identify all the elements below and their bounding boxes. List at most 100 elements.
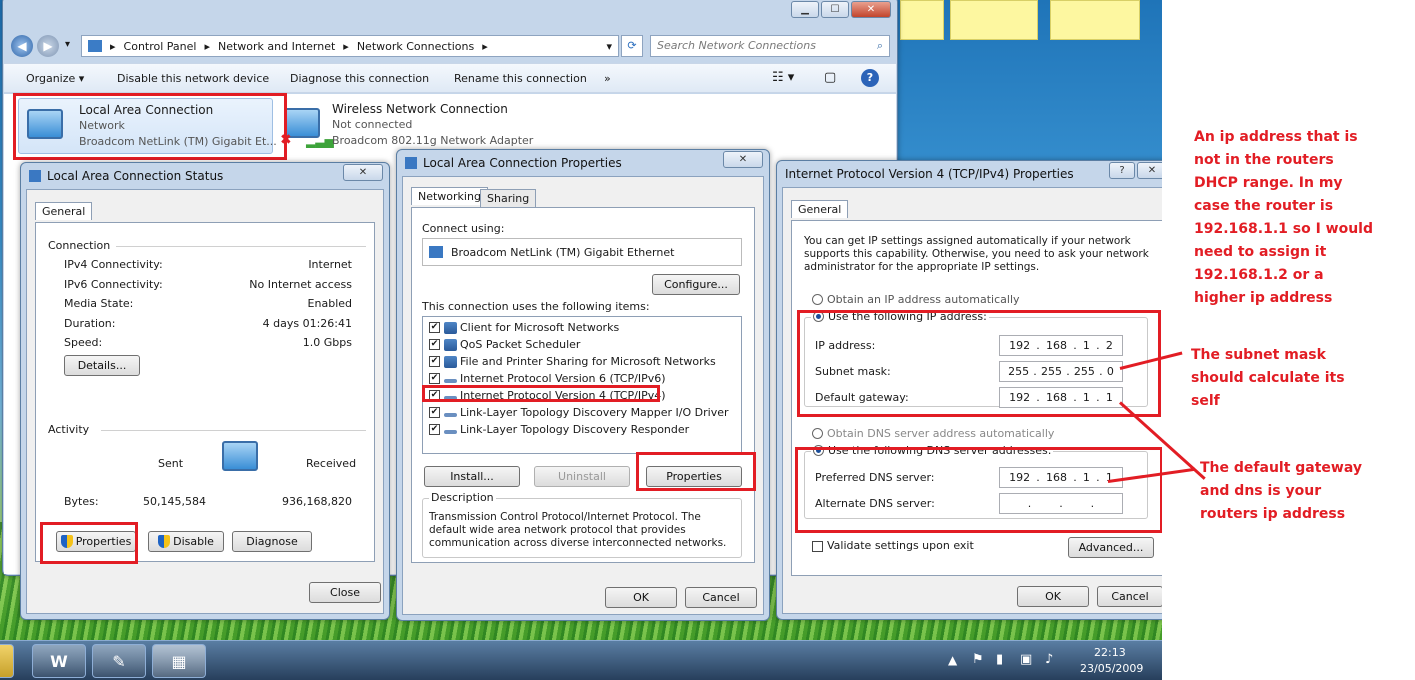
taskbar-word-icon[interactable]: W <box>32 644 86 678</box>
sticky-note[interactable] <box>1050 0 1140 40</box>
network-icon <box>29 170 41 182</box>
adapter-field: Broadcom NetLink (TM) Gigabit Ethernet <box>422 238 742 266</box>
breadcrumb-item[interactable]: Control Panel <box>124 40 197 53</box>
help-button[interactable]: ? <box>1109 162 1135 179</box>
clock-time[interactable]: 22:13 <box>1094 646 1126 659</box>
description-group: Description Transmission Control Protoco… <box>422 491 742 558</box>
connection-status: Not connected <box>332 118 413 131</box>
breadcrumb-item[interactable]: Network and Internet <box>218 40 335 53</box>
ipv4-value: Internet <box>308 258 352 271</box>
checkbox[interactable]: ✔ <box>429 356 440 367</box>
uninstall-button[interactable]: Uninstall <box>534 466 630 487</box>
desktop: ▁ ☐ ✕ ◀ ▶ ▾ ▸ Control Panel ▸ Network an… <box>0 0 1162 680</box>
list-item[interactable]: ✔ Link-Layer Topology Discovery Mapper I/… <box>429 406 729 419</box>
scheduler-icon <box>444 338 457 351</box>
sticky-note[interactable] <box>900 0 944 40</box>
radio-button[interactable] <box>812 293 823 305</box>
address-bar[interactable]: ▸ Control Panel ▸ Network and Internet ▸… <box>81 35 619 57</box>
breadcrumb-sep: ▸ <box>482 39 488 53</box>
list-item[interactable]: ✔ Internet Protocol Version 6 (TCP/IPv6) <box>429 372 666 385</box>
refresh-icon[interactable]: ⟳ <box>621 35 643 57</box>
auto-ip-radio[interactable]: Obtain an IP address automatically <box>812 293 1020 306</box>
minimize-button[interactable]: ▁ <box>791 1 819 18</box>
search-placeholder: Search Network Connections <box>657 39 816 52</box>
more-commands-button[interactable]: » <box>604 72 611 85</box>
back-icon[interactable]: ◀ <box>11 35 33 57</box>
sticky-note[interactable] <box>950 0 1038 40</box>
radio-button[interactable] <box>812 427 823 439</box>
sent-label: Sent <box>158 457 184 470</box>
close-button[interactable]: ✕ <box>851 1 891 18</box>
maximize-button[interactable]: ☐ <box>821 1 849 18</box>
diagnose-button[interactable]: Diagnose <box>232 531 312 552</box>
search-icon[interactable]: ⌕ <box>877 36 883 56</box>
close-button[interactable]: Close <box>309 582 381 603</box>
preview-pane-icon[interactable]: ▢ <box>824 70 836 85</box>
advanced-button[interactable]: Advanced... <box>1068 537 1154 558</box>
view-options-icon[interactable]: ☷ ▾ <box>772 70 794 85</box>
volume-icon[interactable]: ♪ <box>1045 652 1053 667</box>
connection-item-wireless[interactable]: ✖ ▂▃▅ Wireless Network Connection Not co… <box>280 98 540 154</box>
clock-date[interactable]: 23/05/2009 <box>1080 662 1143 675</box>
validate-checkbox[interactable]: Validate settings upon exit <box>812 539 974 552</box>
protocol-icon <box>444 412 457 417</box>
action-center-icon[interactable]: ⚑ <box>972 652 984 667</box>
highlight-properties-button <box>636 452 756 491</box>
close-icon[interactable]: ✕ <box>723 151 763 168</box>
network-tray-icon[interactable]: ▣ <box>1020 652 1032 667</box>
diagnose-connection-button[interactable]: Diagnose this connection <box>290 72 429 85</box>
items-label: This connection uses the following items… <box>422 300 650 313</box>
configure-button[interactable]: Configure... <box>652 274 740 295</box>
list-item[interactable]: ✔ File and Printer Sharing for Microsoft … <box>429 355 716 368</box>
checkbox[interactable]: ✔ <box>429 373 440 384</box>
list-item[interactable]: ✔ Client for Microsoft Networks <box>429 321 619 334</box>
tab-general[interactable]: General <box>35 202 93 220</box>
protocol-icon <box>444 429 457 434</box>
cancel-button[interactable]: Cancel <box>1097 586 1162 607</box>
taskbar-paint-icon[interactable]: ✎ <box>92 644 146 678</box>
ipv6-value: No Internet access <box>249 278 352 291</box>
tab-general[interactable]: General <box>791 200 849 218</box>
auto-dns-radio[interactable]: Obtain DNS server address automatically <box>812 427 1054 440</box>
description-text: Transmission Control Protocol/Internet P… <box>429 511 727 549</box>
disable-button[interactable]: Disable <box>148 531 224 552</box>
power-icon[interactable]: ▮ <box>996 652 1003 667</box>
list-item[interactable]: ✔ Link-Layer Topology Discovery Responder <box>429 423 689 436</box>
dialog-title: Local Area Connection Status <box>29 169 223 183</box>
tab-sharing[interactable]: Sharing <box>480 189 537 208</box>
checkbox[interactable] <box>812 540 823 552</box>
divider <box>116 246 366 247</box>
show-hidden-icons-icon[interactable]: ▲ <box>948 653 957 667</box>
search-input[interactable]: Search Network Connections ⌕ <box>650 35 890 57</box>
forward-icon[interactable]: ▶ <box>37 35 59 57</box>
organize-menu[interactable]: Organize ▾ <box>26 72 84 85</box>
checkbox[interactable]: ✔ <box>429 339 440 350</box>
close-icon[interactable]: ✕ <box>343 164 383 181</box>
highlight-dns-settings <box>795 447 1162 533</box>
checkbox[interactable]: ✔ <box>429 322 440 333</box>
install-button[interactable]: Install... <box>424 466 520 487</box>
details-button[interactable]: Details... <box>64 355 140 376</box>
close-icon[interactable]: ✕ <box>1137 162 1162 179</box>
network-client-icon <box>444 321 457 334</box>
taskbar-control-panel-icon[interactable]: ▦ <box>152 644 206 678</box>
chevron-down-icon[interactable]: ▾ <box>606 40 612 53</box>
checkbox[interactable]: ✔ <box>429 407 440 418</box>
ipv6-label: IPv6 Connectivity: <box>64 278 163 291</box>
disable-device-button[interactable]: Disable this network device <box>117 72 269 85</box>
start-button[interactable] <box>0 644 14 678</box>
bytes-received-value: 936,168,820 <box>282 495 352 508</box>
chevron-down-icon[interactable]: ▾ <box>65 39 70 50</box>
checkbox[interactable]: ✔ <box>429 424 440 435</box>
tab-networking[interactable]: Networking <box>411 187 488 205</box>
rename-connection-button[interactable]: Rename this connection <box>454 72 587 85</box>
cancel-button[interactable]: Cancel <box>685 587 757 608</box>
list-item[interactable]: ✔ QoS Packet Scheduler <box>429 338 580 351</box>
breadcrumb-sep: ▸ <box>343 39 349 53</box>
help-icon[interactable]: ? <box>861 69 879 87</box>
ok-button[interactable]: OK <box>605 587 677 608</box>
breadcrumb-item[interactable]: Network Connections <box>357 40 474 53</box>
ok-button[interactable]: OK <box>1017 586 1089 607</box>
received-label: Received <box>306 457 357 470</box>
ipv4-label: IPv4 Connectivity: <box>64 258 163 271</box>
